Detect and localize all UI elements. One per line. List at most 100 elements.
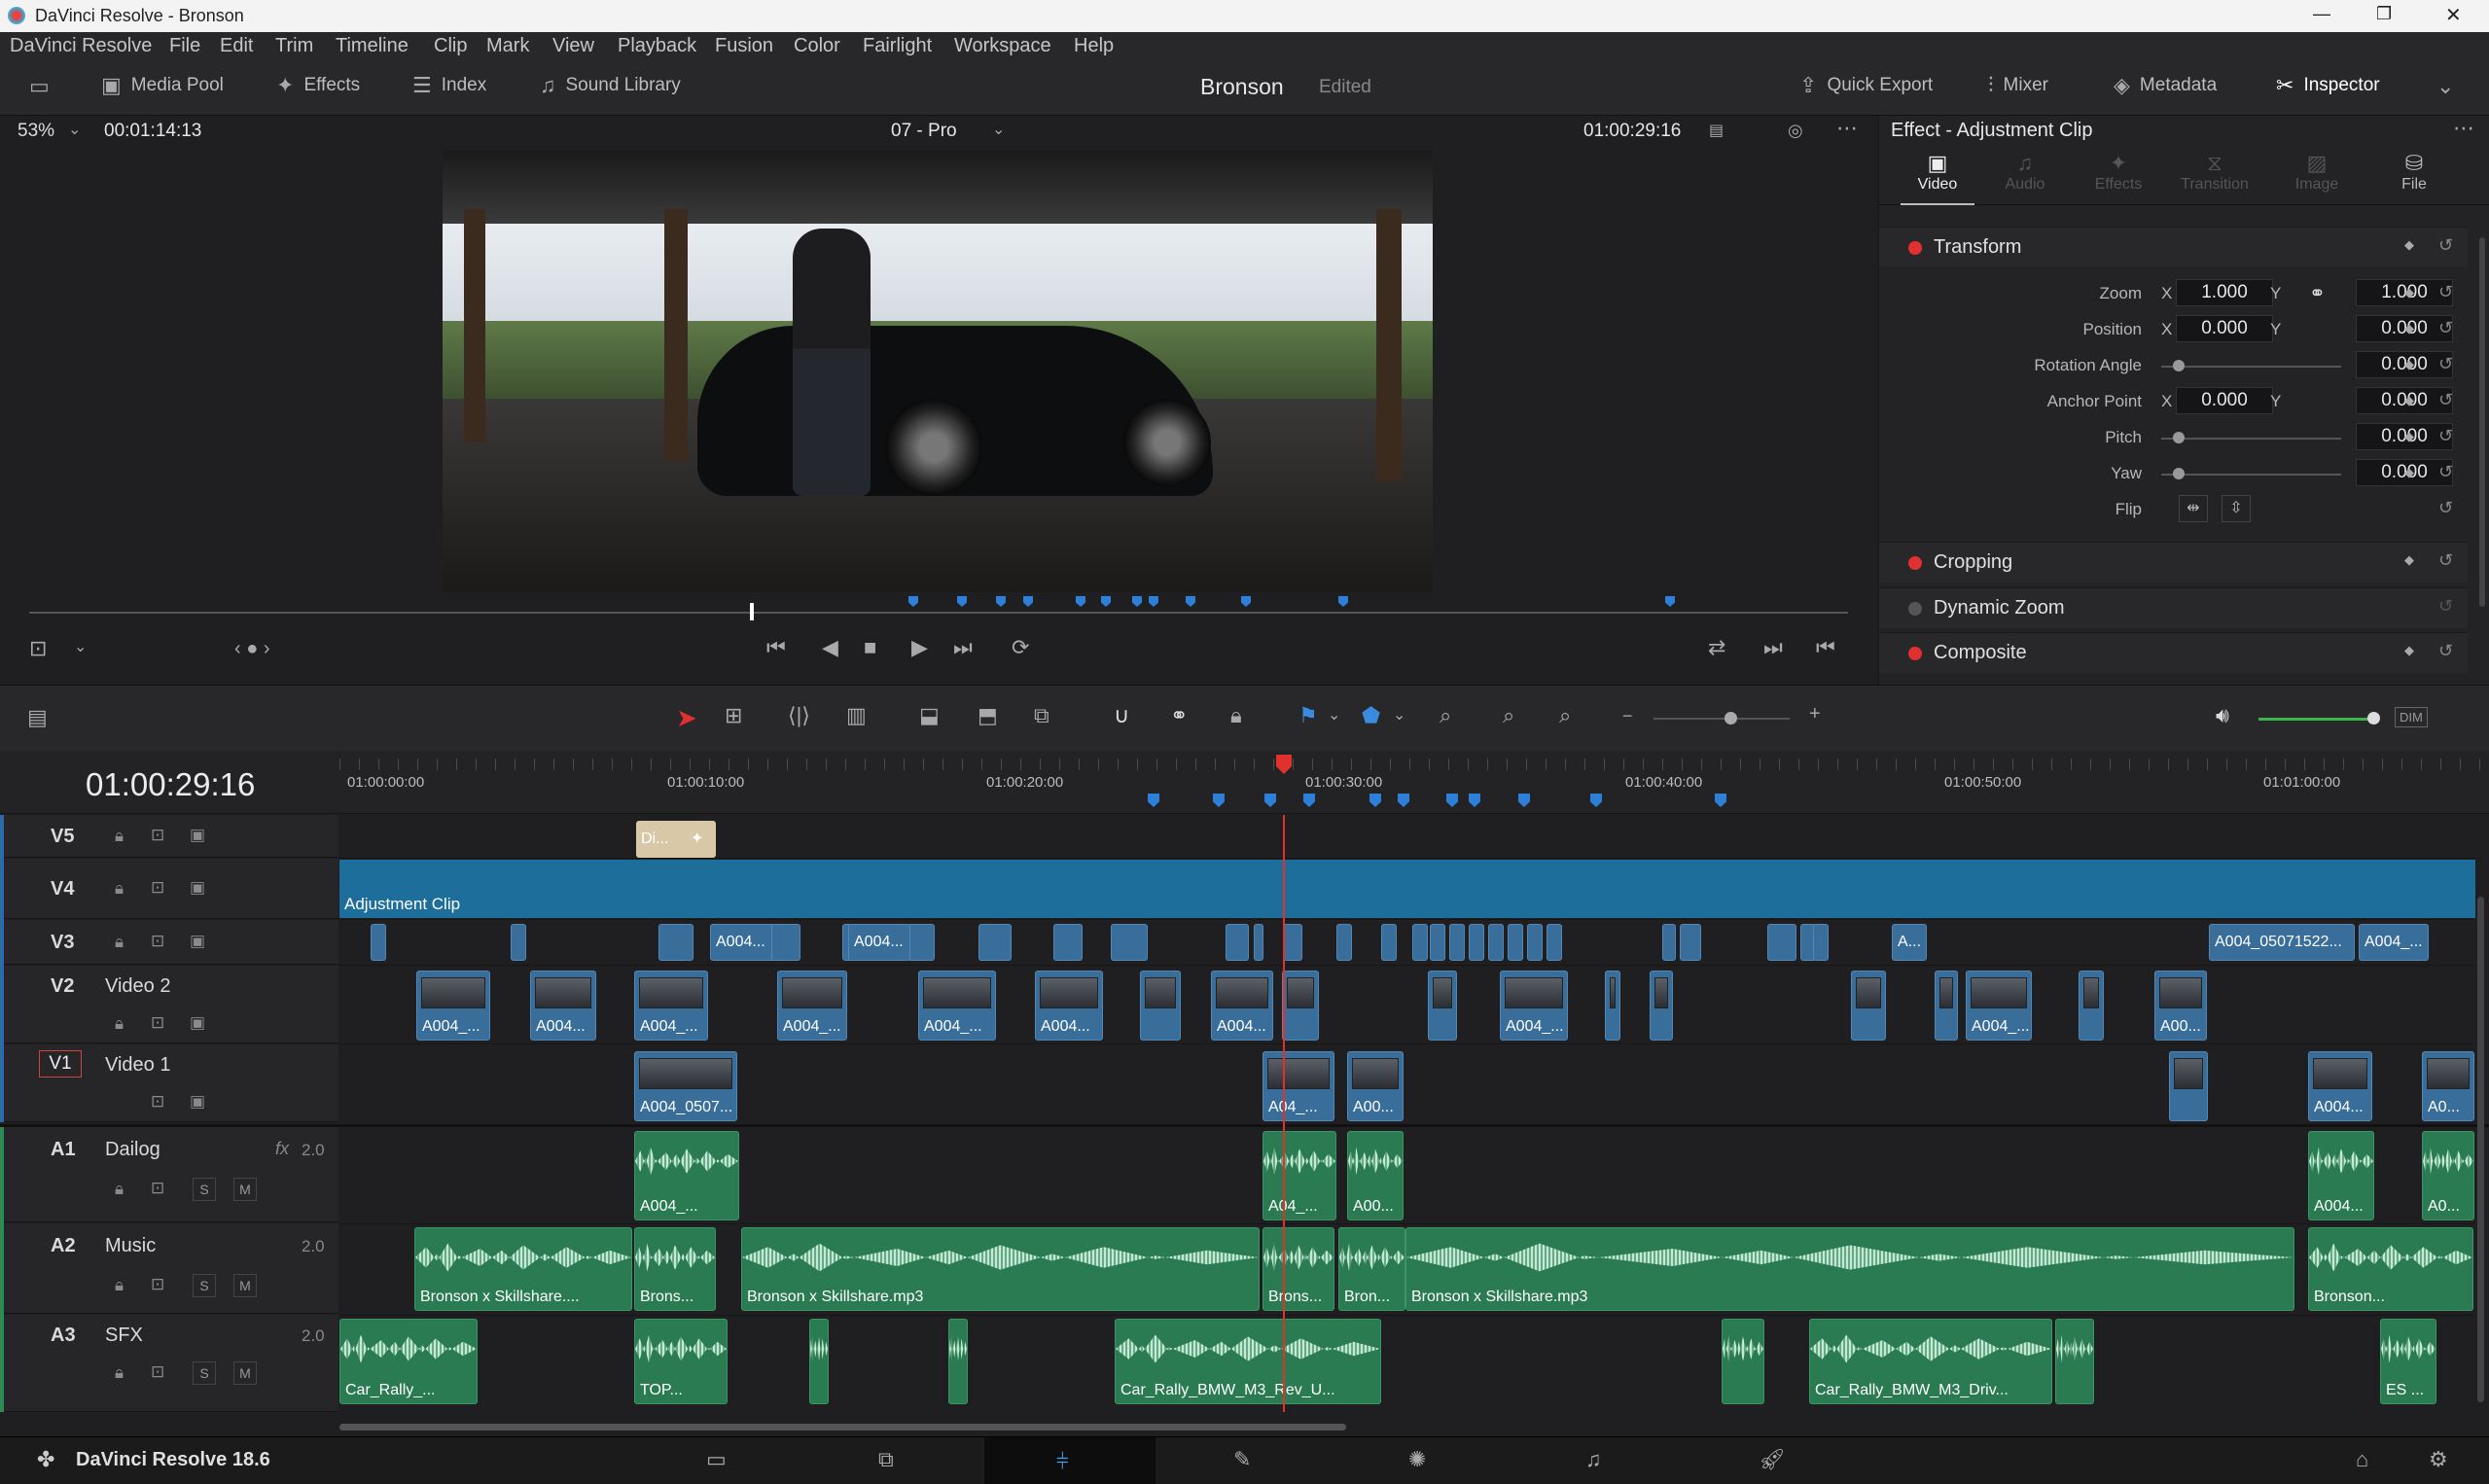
v3-clip[interactable] — [1449, 924, 1465, 961]
v2-clip[interactable]: A004_... — [1500, 971, 1568, 1041]
a1-clip[interactable]: A0... — [2422, 1131, 2474, 1220]
chevron-down-icon[interactable]: ⌄ — [68, 120, 81, 141]
scrubber-marker[interactable] — [1665, 596, 1675, 607]
v3-clip[interactable] — [1412, 924, 1428, 961]
lock-icon[interactable]: 🔒︎ — [115, 1014, 124, 1034]
v3-clip[interactable]: A... — [1892, 924, 1927, 961]
mute-button[interactable]: M — [233, 1178, 257, 1201]
fairlight-page-icon[interactable]: ♫ — [1585, 1449, 1602, 1470]
v2-clip[interactable]: A004_... — [1966, 971, 2032, 1041]
v2-clip[interactable] — [2079, 971, 2104, 1041]
reset-icon[interactable]: ↺ — [2438, 498, 2453, 518]
keyframe-icon[interactable]: ◆ — [2404, 237, 2414, 253]
zoom-level[interactable]: 53% — [18, 121, 54, 142]
inspector-button[interactable]: ✂ Inspector — [2276, 75, 2380, 96]
lock-icon[interactable]: 🔒︎ — [115, 879, 124, 899]
a2-clip[interactable]: Bronson x Skillshare.mp3 — [1405, 1227, 2294, 1311]
v3-clip[interactable] — [1053, 924, 1083, 961]
home-icon[interactable]: ⌂ — [2356, 1449, 2368, 1470]
tab-file[interactable]: ⛁ File — [2375, 151, 2453, 205]
more-options-icon[interactable]: ⋯ — [2453, 118, 2474, 139]
viewer-scrubber[interactable] — [29, 612, 1848, 614]
slider-knob[interactable] — [2367, 712, 2380, 724]
sound-library-button[interactable]: ♫ Sound Library — [540, 75, 681, 96]
dynamic-zoom-section[interactable]: Dynamic Zoom ↺ — [1879, 587, 2468, 628]
scrubber-marker[interactable] — [996, 596, 1006, 607]
a1-clip[interactable]: A004... — [2308, 1131, 2374, 1220]
transform-section[interactable]: Transform ◆ ↺ — [1879, 227, 2468, 267]
a3-clip[interactable] — [948, 1319, 968, 1404]
v3-clip[interactable] — [1430, 924, 1445, 961]
menu-edit[interactable]: Edit — [220, 35, 253, 57]
keyframe-icon[interactable]: ◆ — [2404, 429, 2414, 444]
minimize-button[interactable]: — — [2313, 4, 2330, 24]
auto-select-icon[interactable]: ⊡ — [151, 932, 164, 951]
reset-icon[interactable]: ↺ — [2438, 550, 2453, 571]
menu-mark[interactable]: Mark — [486, 35, 529, 57]
zoom-slider[interactable] — [1653, 718, 1790, 720]
prev-edit-icon[interactable]: ⏮ — [1816, 637, 1835, 658]
reset-icon[interactable]: ↺ — [2438, 426, 2453, 446]
chevron-down-icon[interactable]: ⌄ — [1393, 705, 1405, 726]
snapping-icon[interactable]: ∪ — [1114, 705, 1129, 726]
reset-icon[interactable]: ↺ — [2438, 282, 2453, 302]
zoom-x-field[interactable]: 1.000 — [2176, 279, 2273, 306]
monitor-icon[interactable]: ▭ — [29, 76, 50, 97]
color-page-icon[interactable]: ✺ — [1408, 1449, 1426, 1470]
slider-knob[interactable] — [2173, 468, 2185, 479]
auto-select-icon[interactable]: ⊡ — [151, 878, 164, 898]
a2-clip[interactable]: Bronson x Skillshare.... — [414, 1227, 632, 1311]
tab-effects[interactable]: ✦ Effects — [2080, 151, 2157, 205]
settings-icon[interactable]: ⚙ — [2429, 1449, 2448, 1470]
reset-icon[interactable]: ↺ — [2438, 596, 2453, 617]
track-visibility-icon[interactable]: ▣ — [190, 932, 205, 951]
v3-clip[interactable] — [1508, 924, 1523, 961]
go-to-end-icon[interactable]: ⏭ — [953, 637, 973, 658]
reset-icon[interactable]: ↺ — [2438, 235, 2453, 256]
v3-clip[interactable]: A004_05071522... — [2209, 924, 2355, 961]
zoom-full-icon[interactable]: ⌕ — [1440, 705, 1451, 726]
track-visibility-icon[interactable]: ▣ — [190, 826, 205, 845]
v3-clip[interactable] — [1469, 924, 1484, 961]
timeline-marker[interactable] — [1148, 794, 1159, 807]
v2-clip[interactable]: A00... — [2154, 971, 2207, 1041]
v2-clip[interactable] — [1935, 971, 1958, 1041]
a3-clip[interactable] — [809, 1319, 829, 1404]
scrubber-marker[interactable] — [908, 596, 918, 607]
volume-icon[interactable]: 🔊︎ — [2216, 705, 2229, 726]
link-icon[interactable]: ⚭ — [2309, 281, 2326, 305]
timeline-marker[interactable] — [1213, 794, 1225, 807]
solo-button[interactable]: S — [193, 1178, 216, 1201]
v2-clip[interactable]: A004_... — [634, 971, 708, 1041]
a2-clip[interactable]: Bronson... — [2308, 1227, 2473, 1311]
v2-clip[interactable] — [1605, 971, 1620, 1041]
v3-clip[interactable] — [1662, 924, 1676, 961]
a3-clip[interactable]: TOP... — [634, 1319, 728, 1404]
keyframe-icon[interactable]: ◆ — [2404, 321, 2414, 336]
v2-clip[interactable]: A004_... — [416, 971, 490, 1041]
cut-page-icon[interactable]: ⧉ — [878, 1449, 894, 1470]
v3-clip[interactable]: A004... — [710, 924, 772, 961]
menu-color[interactable]: Color — [794, 35, 840, 57]
menu-view[interactable]: View — [552, 35, 594, 57]
crop-icon[interactable]: ⊡ — [29, 638, 47, 659]
a1-clip[interactable]: A004_... — [634, 1131, 739, 1220]
metadata-button[interactable]: ◈ Metadata — [2114, 75, 2217, 96]
timeline-marker[interactable] — [1369, 794, 1381, 807]
next-edit-icon[interactable]: ⏭ — [1763, 637, 1783, 658]
auto-select-icon[interactable]: ⊡ — [151, 1179, 164, 1198]
reset-icon[interactable]: ↺ — [2438, 390, 2453, 410]
track-visibility-icon[interactable]: ▣ — [190, 1013, 205, 1033]
lock-icon[interactable]: 🔒︎ — [115, 1276, 124, 1295]
v1-clip[interactable]: A004... — [2308, 1051, 2372, 1121]
v3-clip[interactable] — [658, 924, 693, 961]
v1-clip[interactable]: A0... — [2422, 1051, 2474, 1121]
play-reverse-icon[interactable]: ◀ — [822, 637, 838, 658]
auto-select-icon[interactable]: ⊡ — [151, 1362, 164, 1382]
keyframe-icon[interactable]: ◆ — [2404, 643, 2414, 658]
vertical-scrollbar[interactable] — [2477, 897, 2484, 1402]
scrubber-marker[interactable] — [1101, 596, 1111, 607]
cropping-section[interactable]: Cropping ◆ ↺ — [1879, 542, 2468, 583]
yaw-slider[interactable] — [2161, 474, 2341, 476]
v3-clip[interactable] — [1680, 924, 1701, 961]
